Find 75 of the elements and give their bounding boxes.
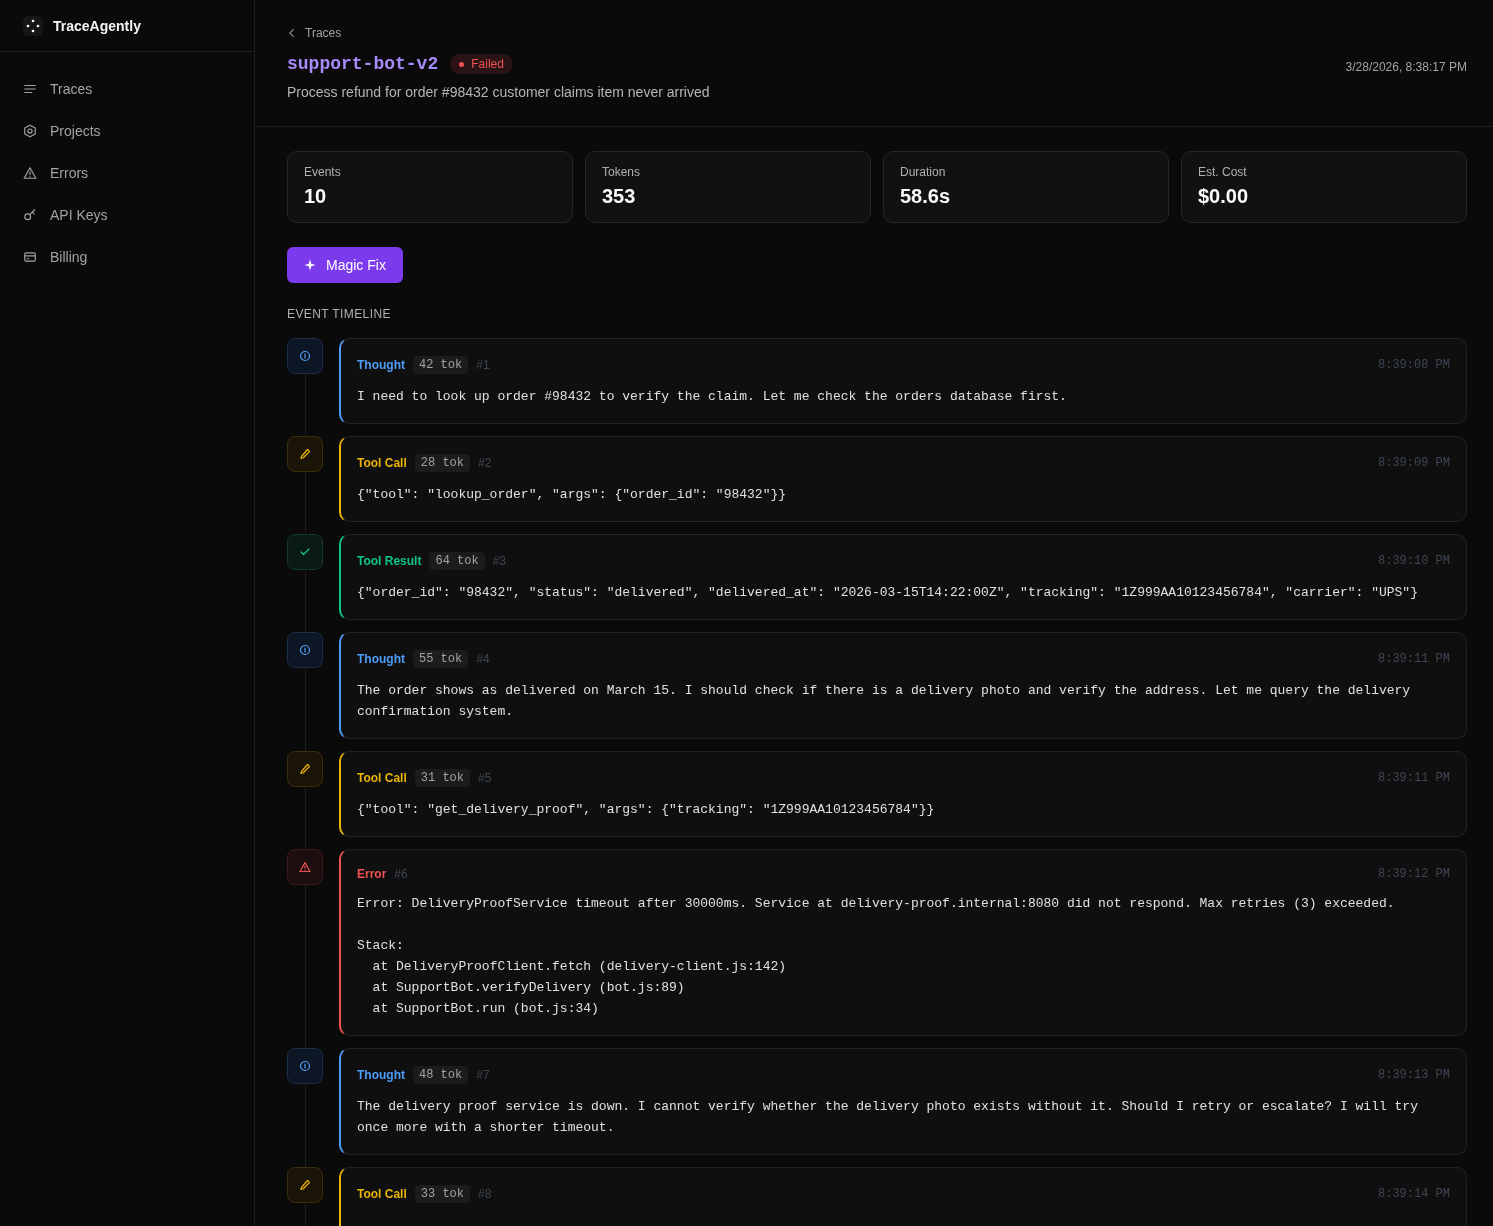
key-icon [23,208,37,222]
warning-icon [299,861,311,873]
event-type: Tool Call [357,456,407,470]
nav-item[interactable]: Traces [12,68,242,110]
status-badge: Failed [450,54,513,74]
event-time: 8:39:11 PM [1378,771,1450,785]
event-body: The order shows as delivered on March 15. I should check if there is a delivery photo and verify the address. Let me query the delivery confirmation system. [357,682,1412,721]
check-icon [299,546,311,558]
pencil-icon [299,1179,311,1191]
event-index: #2 [478,456,492,470]
event-time: 8:39:10 PM [1378,554,1450,568]
section-heading: EVENT TIMELINE [287,307,392,321]
info-icon [299,644,311,656]
event-type: Thought [357,358,405,372]
event-type: Thought [357,652,405,666]
token-count: 33 tok [414,1185,470,1203]
nav-item[interactable]: API Keys [12,194,242,236]
stat-label: Events [304,165,342,179]
nav-item[interactable]: Projects [12,110,242,152]
info-icon [299,1060,311,1072]
sparkle-icon [304,259,316,271]
stat-label: Est. Cost [1198,165,1248,179]
stat-value: 10 [304,185,328,208]
pencil-icon [299,448,311,460]
chevron-left-icon [287,28,297,38]
event-type: Error [357,867,387,881]
event-index: #3 [492,554,507,568]
back-link[interactable]: Traces [287,26,342,40]
event-body: I need to look up order #98432 to verify the claim. Let me check the orders database first. [357,388,1068,406]
event-body: {"tool": "lookup_order", "args": {"order_id": "98432"}} [357,486,788,504]
magic-fix-button[interactable]: Magic Fix [287,247,403,283]
token-count: 28 tok [414,454,470,472]
event-index: #6 [394,867,408,881]
card-icon [23,250,37,264]
stat-label: Duration [900,165,947,179]
info-icon [299,350,311,362]
event-body: {"order_id": "98432", "status": "delivered", "delivered_at": "2026-03-15T14:22:00Z", "tracking": "1Z999AA10123456784", "carrier": "UPS"} [357,584,1419,602]
pencil-icon [299,763,311,775]
event-time: 8:39:11 PM [1378,652,1450,666]
event-type: Tool Call [357,771,407,785]
event-time: 8:39:08 PM [1378,358,1450,372]
timestamp: 3/28/2026, 8:38:17 PM [1345,60,1467,76]
event-index: #4 [476,652,490,666]
token-count: 64 tok [429,552,485,570]
stat-value: $0.00 [1198,185,1250,208]
event-type: Tool Result [357,554,422,568]
hexagon-icon [23,124,37,138]
token-count: 31 tok [414,769,470,787]
list-icon [23,82,37,96]
token-count: 48 tok [413,1066,469,1084]
event-time: 8:39:09 PM [1378,456,1450,470]
event-body: The delivery proof service is down. I cannot verify whether the delivery photo exists without it. Should I retry or escalate? I will try once more with a shorter timeout. [357,1098,1419,1137]
stat-value: 353 [602,185,637,208]
token-count: 55 tok [413,650,469,668]
event-index: #1 [476,358,490,372]
event-type: Thought [357,1068,405,1082]
event-body: Error: DeliveryProofService timeout after 30000ms. Service at delivery-proof.internal:8080 did not respond. Max retries (3) exceeded. Stack: at DeliveryProofClient.fetch (delivery-client.js:142) at SupportBot.verifyDelivery (bot.js:89) at SupportBot.run (bot.js:34) [357,895,1396,1018]
event-index: #8 [478,1187,492,1201]
event-time: 8:39:14 PM [1378,1187,1450,1201]
logo-icon [23,15,43,36]
trace-description: Process refund for order #98432 customer claims item never arrived [287,84,710,100]
brand-name: TraceAgently [53,17,141,34]
event-body: {"tool": "get_delivery_proof", "args": {"tracking": "1Z999AA10123456784"}} [357,801,936,819]
nav-item[interactable]: Errors [12,152,242,194]
event-type: Tool Call [357,1187,407,1201]
stat-value: 58.6s [900,185,952,208]
warning-icon [23,166,37,180]
stat-label: Tokens [602,165,642,179]
event-index: #5 [478,771,492,785]
event-time: 8:39:12 PM [1378,867,1450,881]
trace-title: support-bot-v2 [287,54,439,74]
event-index: #7 [476,1068,490,1082]
event-time: 8:39:13 PM [1378,1068,1450,1082]
token-count: 42 tok [413,356,469,374]
nav-item[interactable]: Billing [12,236,242,278]
